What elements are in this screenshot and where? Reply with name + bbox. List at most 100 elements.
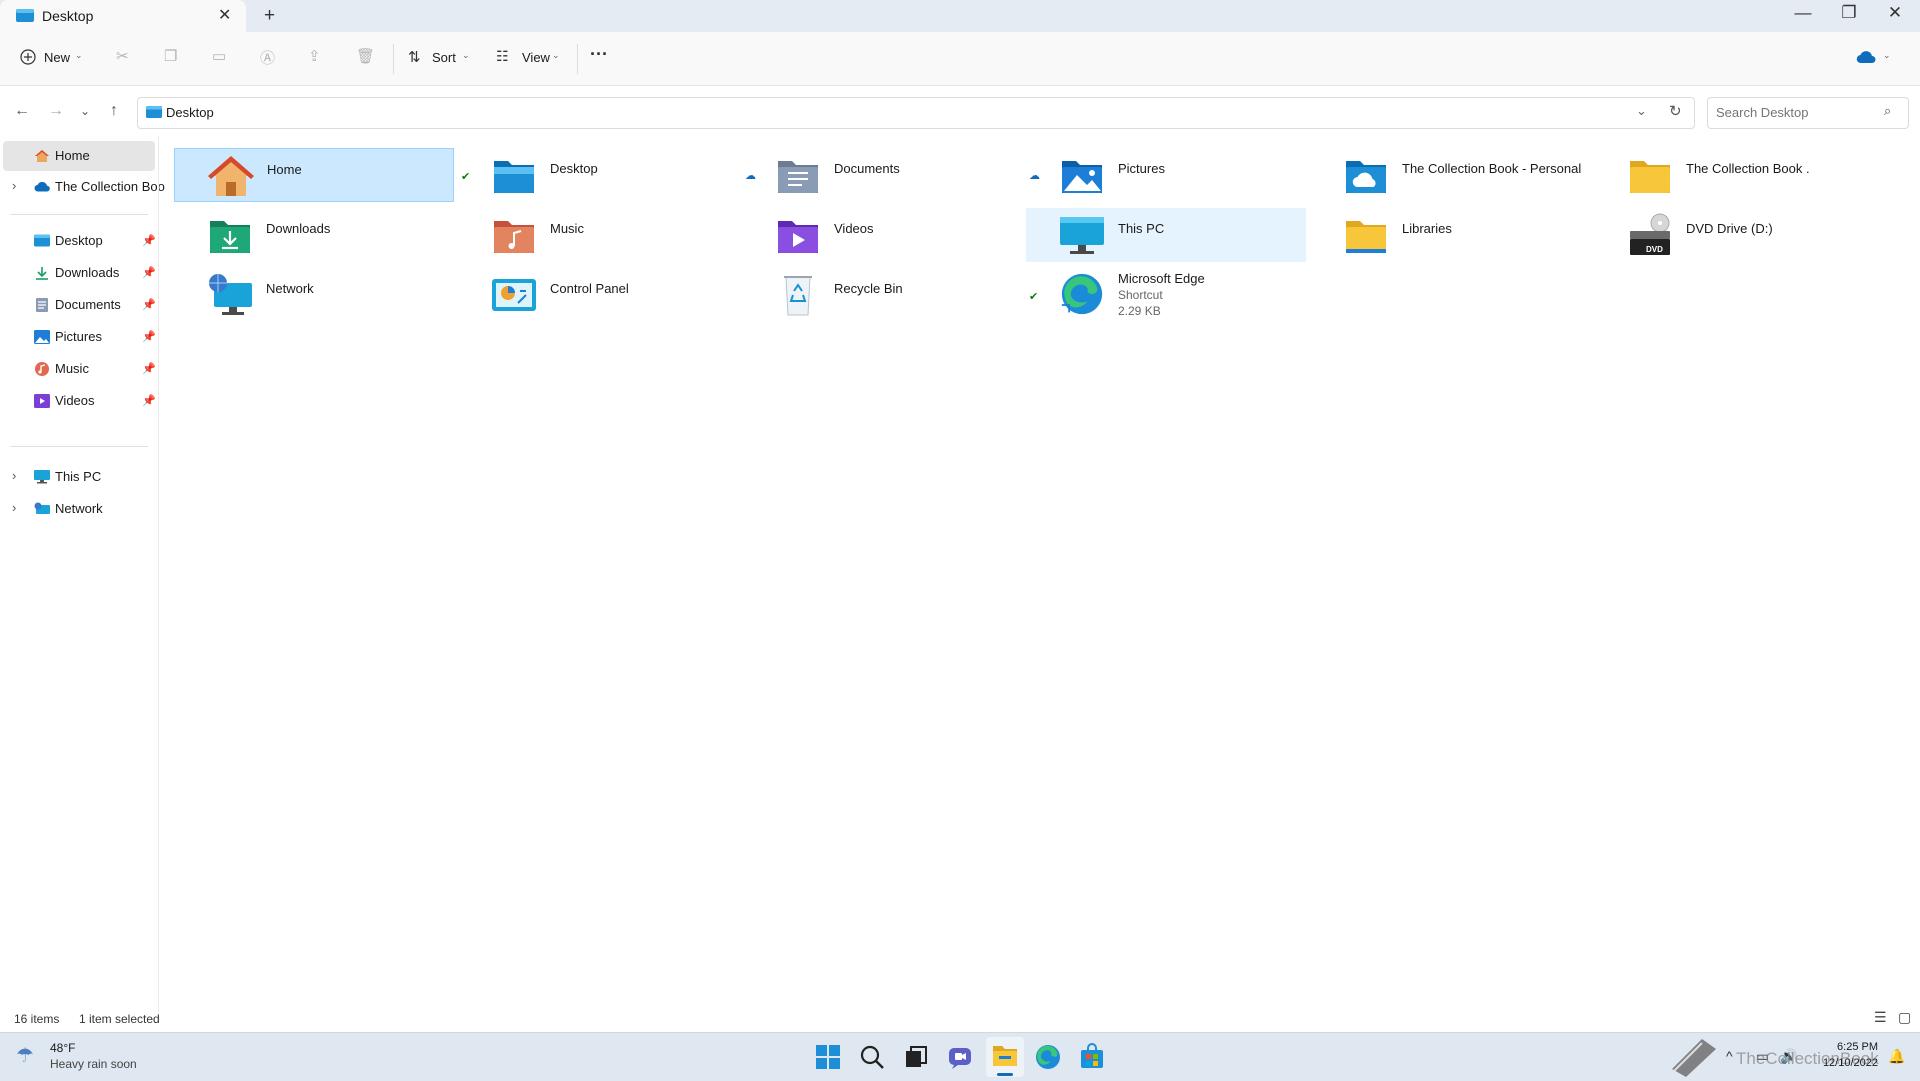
maximize-button[interactable]: ❐ xyxy=(1826,3,1872,23)
minimize-button[interactable]: — xyxy=(1780,3,1826,23)
search-input[interactable] xyxy=(1714,104,1878,121)
list-item-music[interactable]: Music xyxy=(458,208,738,262)
sort-icon: ⇅ xyxy=(408,49,421,66)
search-icon[interactable] xyxy=(858,1043,886,1071)
plus-circle-icon xyxy=(20,49,36,65)
chevron-right-icon[interactable]: › xyxy=(12,178,16,193)
search-box[interactable]: ⌕ xyxy=(1707,97,1909,129)
sidebar-item-documents[interactable]: Documents 📌 xyxy=(0,290,158,320)
new-tab-button[interactable]: + xyxy=(264,5,275,27)
weather-description: Heavy rain soon xyxy=(50,1057,137,1071)
paste-icon[interactable]: ▭ xyxy=(212,47,226,65)
tab-desktop[interactable]: Desktop ✕ xyxy=(0,0,246,32)
details-view-icon[interactable]: ☰ xyxy=(1874,1009,1887,1026)
list-item-this-pc[interactable]: This PC xyxy=(1026,208,1306,262)
this-pc-icon xyxy=(34,470,50,484)
store-icon[interactable] xyxy=(1078,1043,1106,1071)
list-item-libraries[interactable]: Libraries xyxy=(1310,208,1590,262)
downloads-folder-icon xyxy=(210,221,250,253)
list-item-control-panel[interactable]: Control Panel xyxy=(458,268,738,322)
sidebar-item-this-pc[interactable]: › This PC xyxy=(0,462,158,492)
item-type: Shortcut xyxy=(1118,288,1163,302)
new-button[interactable]: New ⌄ xyxy=(18,45,86,73)
copy-icon[interactable]: ❐ xyxy=(164,47,177,65)
documents-icon xyxy=(36,298,48,312)
chevron-down-icon: ⌄ xyxy=(1883,50,1891,60)
list-item-network[interactable]: Network xyxy=(174,268,454,322)
item-name: Downloads xyxy=(266,221,331,236)
close-tab-button[interactable]: ✕ xyxy=(218,5,231,25)
search-icon[interactable]: ⌕ xyxy=(1884,103,1891,119)
list-item-pictures[interactable]: Pictures xyxy=(1026,148,1306,202)
item-name: Desktop xyxy=(550,161,598,176)
file-explorer-taskbar-button[interactable] xyxy=(986,1037,1024,1077)
close-window-button[interactable]: ✕ xyxy=(1872,3,1918,23)
recent-chevron-icon[interactable]: ⌄ xyxy=(80,104,90,118)
desktop-folder-icon xyxy=(494,161,534,193)
delete-icon[interactable]: 🗑 xyxy=(356,47,375,65)
chevron-right-icon[interactable]: › xyxy=(12,468,16,483)
sidebar-item-downloads[interactable]: Downloads 📌 xyxy=(0,258,158,288)
item-name: Recycle Bin xyxy=(834,281,903,296)
rain-cloud-icon: ☂ xyxy=(16,1045,34,1067)
sidebar-item-home[interactable]: Home xyxy=(3,141,155,171)
sidebar-item-videos[interactable]: Videos 📌 xyxy=(0,386,158,416)
refresh-icon[interactable]: ↻ xyxy=(1669,102,1682,120)
edge-icon[interactable] xyxy=(1034,1043,1062,1071)
sidebar-item-pictures[interactable]: Pictures 📌 xyxy=(0,322,158,352)
more-options-button[interactable]: ··· xyxy=(590,44,608,65)
clock-date[interactable]: 12/10/2022 xyxy=(1814,1057,1878,1069)
item-name: Home xyxy=(267,162,302,177)
list-item-home[interactable]: Home xyxy=(174,148,454,202)
item-name: Pictures xyxy=(1118,161,1165,176)
weather-widget[interactable]: ☂ 48°F Heavy rain soon xyxy=(14,1039,184,1075)
new-label: New xyxy=(44,50,71,65)
back-arrow-icon[interactable]: ← xyxy=(14,102,30,120)
task-view-icon[interactable] xyxy=(902,1043,930,1071)
desktop-icon xyxy=(34,234,50,247)
list-item-onedrive-business[interactable]: The Collection Book . xyxy=(1594,148,1874,202)
sidebar-label: Videos xyxy=(55,393,95,408)
sidebar-label: This PC xyxy=(55,469,102,484)
cut-icon[interactable]: ✂ xyxy=(116,47,129,65)
sidebar-label: Downloads xyxy=(55,265,120,280)
sidebar-item-music[interactable]: Music 📌 xyxy=(0,354,158,384)
sidebar-label: Desktop xyxy=(55,233,103,248)
sidebar-item-network[interactable]: › Network xyxy=(0,494,158,524)
videos-icon xyxy=(34,394,50,408)
pictures-folder-icon xyxy=(1062,161,1102,193)
sidebar-item-desktop[interactable]: Desktop 📌 xyxy=(0,226,158,256)
list-item-documents[interactable]: Documents xyxy=(742,148,1022,202)
home-icon xyxy=(35,150,49,162)
view-button[interactable]: ☷ View ⌄ xyxy=(494,45,564,73)
book-watermark-logo xyxy=(1672,1039,1716,1077)
show-hidden-icons-chevron[interactable]: ^ xyxy=(1726,1048,1733,1064)
list-item-onedrive-personal[interactable]: The Collection Book - Personal xyxy=(1310,148,1590,202)
item-name: Documents xyxy=(834,161,900,176)
sidebar-item-onedrive[interactable]: › The Collection Boo xyxy=(0,172,165,202)
sidebar-label: Network xyxy=(55,501,103,516)
chat-icon[interactable] xyxy=(946,1043,974,1071)
forward-arrow-icon[interactable]: → xyxy=(48,102,64,120)
share-icon[interactable]: ⇪ xyxy=(308,47,321,65)
onedrive-status-button[interactable]: ⌄ xyxy=(1856,48,1896,70)
notification-icon[interactable]: 🔔 xyxy=(1888,1048,1905,1065)
address-bar[interactable]: Desktop ⌄ ↻ xyxy=(137,97,1695,129)
clock-time[interactable]: 6:25 PM xyxy=(1832,1041,1878,1053)
tab-title: Desktop xyxy=(42,8,94,24)
address-history-chevron-icon[interactable]: ⌄ xyxy=(1636,103,1647,119)
list-item-desktop[interactable]: Desktop xyxy=(458,148,738,202)
list-item-recycle-bin[interactable]: Recycle Bin xyxy=(742,268,1022,322)
rename-icon[interactable]: Ⓐ xyxy=(260,47,275,68)
tiles-view-icon[interactable]: ▢ xyxy=(1898,1009,1911,1026)
sort-button[interactable]: ⇅ Sort ⌄ xyxy=(406,45,472,73)
list-item-videos[interactable]: Videos xyxy=(742,208,1022,262)
sidebar-divider xyxy=(10,446,148,447)
list-item-dvd-drive[interactable]: DVD DVD Drive (D:) xyxy=(1594,208,1874,262)
up-arrow-icon[interactable]: ↑ xyxy=(110,102,118,120)
chevron-right-icon[interactable]: › xyxy=(12,500,16,515)
start-icon[interactable] xyxy=(814,1043,842,1071)
list-item-microsoft-edge[interactable]: Microsoft Edge Shortcut 2.29 KB xyxy=(1026,268,1306,328)
address-path[interactable]: Desktop xyxy=(166,105,214,120)
list-item-downloads[interactable]: Downloads xyxy=(174,208,454,262)
